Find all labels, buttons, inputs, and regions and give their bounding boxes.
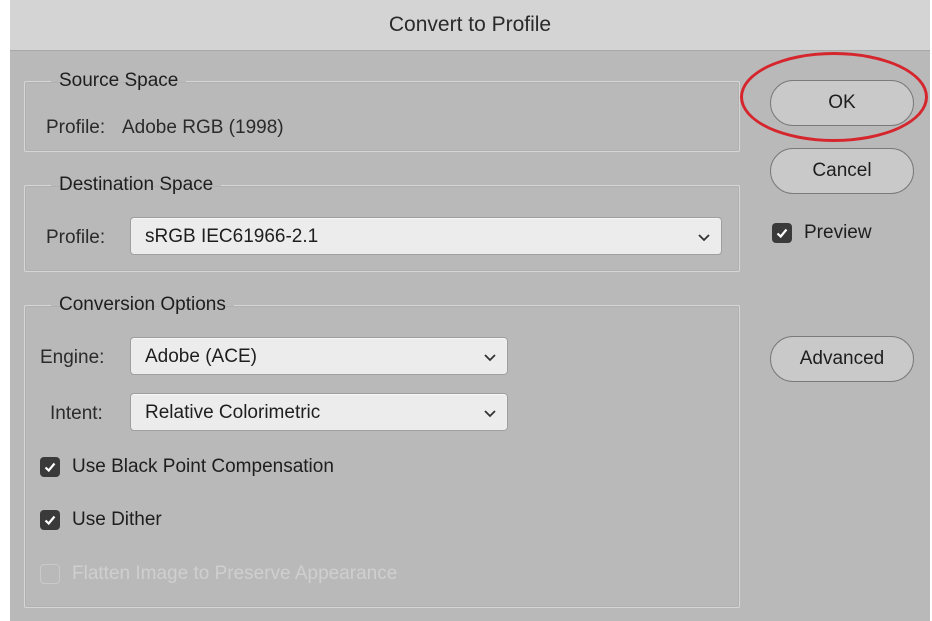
intent-value: Relative Colorimetric [145,402,321,423]
engine-select[interactable]: Adobe (ACE) [130,337,508,375]
chevron-down-icon [484,354,496,362]
source-profile-label: Profile: [46,117,106,138]
conversion-options-legend: Conversion Options [59,294,226,315]
preview-checkbox[interactable]: Preview [772,222,872,244]
source-profile-value: Adobe RGB (1998) [122,117,284,138]
intent-label: Intent: [50,403,103,424]
intent-select[interactable]: Relative Colorimetric [130,393,508,431]
flatten-image-checkbox: Flatten Image to Preserve Appearance [40,563,397,585]
destination-profile-select[interactable]: sRGB IEC61966-2.1 [130,217,722,255]
black-point-compensation-label: Use Black Point Compensation [72,456,334,477]
chevron-down-icon [698,234,710,242]
preview-label: Preview [804,222,872,243]
use-dither-label: Use Dither [72,509,162,530]
destination-profile-value: sRGB IEC61966-2.1 [145,226,319,247]
cancel-button[interactable]: Cancel [770,148,914,194]
advanced-button[interactable]: Advanced [770,336,914,382]
destination-profile-label: Profile: [46,227,106,248]
ok-button[interactable]: OK [770,80,914,126]
convert-to-profile-dialog: Convert to Profile Source Space Profile:… [10,0,930,621]
checkbox-empty-icon [40,564,60,584]
flatten-image-label: Flatten Image to Preserve Appearance [72,563,398,584]
engine-value: Adobe (ACE) [145,346,257,367]
checkmark-icon [40,510,60,530]
dialog-title: Convert to Profile [10,0,930,51]
checkmark-icon [40,457,60,477]
checkmark-icon [772,223,792,243]
source-space-group: Source Space [24,70,740,152]
destination-space-legend: Destination Space [59,174,214,195]
source-space-legend: Source Space [59,70,179,91]
use-dither-checkbox[interactable]: Use Dither [40,509,162,531]
engine-label: Engine: [40,347,105,368]
black-point-compensation-checkbox[interactable]: Use Black Point Compensation [40,456,334,478]
chevron-down-icon [484,410,496,418]
